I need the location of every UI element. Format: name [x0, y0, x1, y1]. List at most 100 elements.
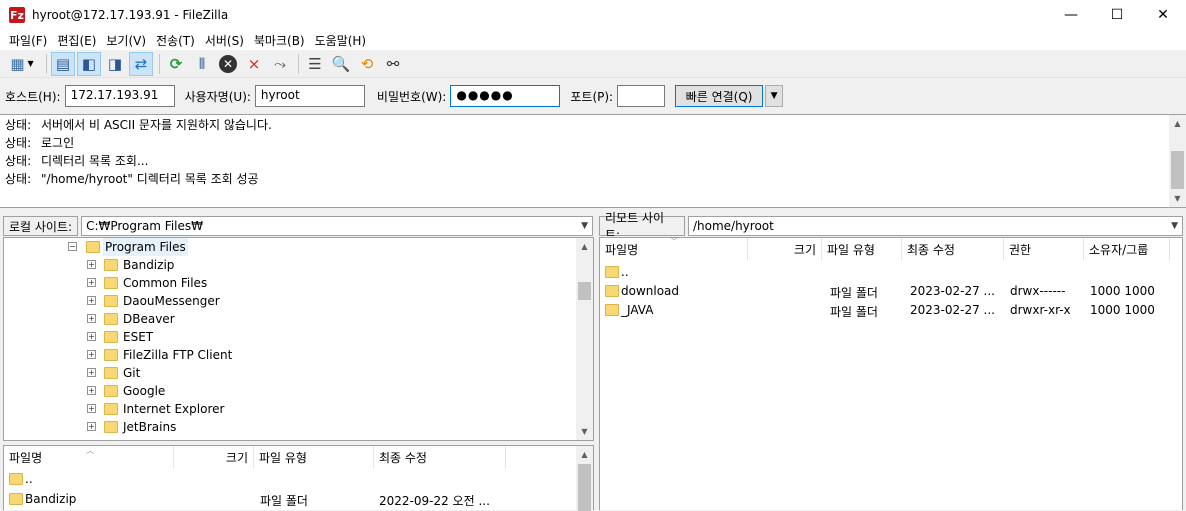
collapse-icon[interactable]: − [68, 242, 77, 251]
local-tree-scrollbar[interactable]: ▲ ▼ [576, 238, 593, 440]
quickconnect-button[interactable]: 빠른 연결(Q) [675, 85, 764, 107]
local-path-text: C:₩Program Files₩ [86, 219, 203, 233]
quickconnect-history-dropdown[interactable]: ▼ [765, 85, 784, 107]
menu-help[interactable]: 도움말(H) [310, 32, 372, 49]
chevron-down-icon[interactable]: ▼ [581, 221, 588, 231]
message-log: 상태: 서버에서 비 ASCII 문자를 지원하지 않습니다. 상태: 로그인 상태… [0, 114, 1186, 208]
tree-item[interactable]: + Google [4, 382, 593, 400]
file-type: 파일 폴더 [830, 286, 878, 300]
scrollbar-thumb[interactable] [1171, 151, 1184, 189]
tree-item[interactable]: + Internet Explorer [4, 400, 593, 418]
local-list-scrollbar[interactable]: ▲ [576, 446, 593, 511]
refresh-icon[interactable]: ⟳ [164, 52, 188, 76]
menu-transfer[interactable]: 전송(T) [151, 32, 200, 49]
expand-icon[interactable]: + [87, 350, 96, 359]
folder-icon [104, 349, 118, 361]
disconnect-icon[interactable]: ⨯ [242, 52, 266, 76]
toggle-remote-tree-icon[interactable]: ◨ [103, 52, 127, 76]
search-files-icon[interactable]: ⚯ [381, 52, 405, 76]
folder-icon [104, 367, 118, 379]
password-input[interactable]: ●●●●● [450, 85, 561, 107]
scroll-up-icon[interactable]: ▲ [576, 238, 593, 255]
remote-site-bar: 리모트 사이트: /home/hyroot ▼ [599, 211, 1183, 242]
folder-icon [104, 331, 118, 343]
local-col-filename[interactable]: 파일명 [4, 446, 174, 468]
scroll-down-icon[interactable]: ▼ [576, 423, 593, 440]
menu-view[interactable]: 보기(V) [101, 32, 151, 49]
expand-icon[interactable]: + [87, 368, 96, 377]
expand-icon[interactable]: + [87, 278, 96, 287]
list-item[interactable]: download 파일 폴더 2023-02-27 ... drwx------… [600, 282, 1170, 301]
tree-item[interactable]: + DBeaver [4, 310, 593, 328]
log-message: 서버에서 비 ASCII 문자를 지원하지 않습니다. [41, 118, 272, 132]
local-file-list: ︿ 파일명 크기 파일 유형 최종 수정 .. Bandizip 파일 폴더 2… [3, 445, 594, 511]
list-item[interactable]: .. [600, 263, 1170, 282]
tree-item[interactable]: + FileZilla FTP Client [4, 346, 593, 364]
file-permissions: drwxr-xr-x [1010, 303, 1071, 317]
scroll-up-icon[interactable]: ▲ [576, 446, 593, 463]
remote-col-size[interactable]: 크기 [748, 238, 822, 260]
directory-filter-icon[interactable]: ☰ [303, 52, 327, 76]
folder-icon [605, 266, 619, 278]
remote-col-owner[interactable]: 소유자/그룹 [1084, 238, 1170, 260]
expand-icon[interactable]: + [87, 260, 96, 269]
list-item[interactable]: _JAVA 파일 폴더 2023-02-27 ... drwxr-xr-x 10… [600, 301, 1170, 320]
log-scrollbar[interactable]: ▲ ▼ [1169, 115, 1186, 207]
expand-icon[interactable]: + [87, 314, 96, 323]
expand-icon[interactable]: + [87, 404, 96, 413]
port-input[interactable] [617, 85, 666, 107]
maximize-button[interactable]: ☐ [1094, 0, 1140, 30]
tree-item[interactable]: + ESET [4, 328, 593, 346]
local-col-size[interactable]: 크기 [174, 446, 254, 468]
cancel-icon[interactable]: ✕ [216, 52, 240, 76]
toggle-queue-icon[interactable]: ⇄ [129, 51, 153, 76]
process-queue-icon[interactable]: ⫴ [190, 52, 214, 76]
expand-icon[interactable]: + [87, 296, 96, 305]
list-item[interactable]: .. [4, 470, 574, 489]
toggle-local-tree-icon[interactable]: ◧ [77, 51, 101, 76]
minimize-button[interactable]: — [1048, 0, 1094, 30]
remote-col-modified[interactable]: 최종 수정 [902, 238, 1004, 260]
tree-item[interactable]: + JetBrains [4, 418, 593, 436]
file-owner: 1000 1000 [1090, 284, 1155, 298]
folder-icon [104, 277, 118, 289]
remote-col-permissions[interactable]: 권한 [1004, 238, 1084, 260]
local-col-modified[interactable]: 최종 수정 [374, 446, 506, 468]
scroll-up-icon[interactable]: ▲ [1169, 115, 1186, 132]
scrollbar-thumb[interactable] [578, 282, 591, 300]
file-type: 파일 폴더 [260, 494, 308, 508]
site-manager-icon[interactable]: ▦ ▼ [4, 52, 40, 76]
tree-item[interactable]: + DaouMessenger [4, 292, 593, 310]
menu-file[interactable]: 파일(F) [4, 32, 52, 49]
directory-compare-icon[interactable]: 🔍 [329, 52, 353, 76]
scrollbar-thumb[interactable] [578, 464, 591, 511]
expand-icon[interactable]: + [87, 386, 96, 395]
folder-icon [104, 403, 118, 415]
folder-open-icon [86, 241, 100, 253]
menu-server[interactable]: 서버(S) [200, 32, 249, 49]
username-input[interactable]: hyroot [254, 85, 365, 107]
remote-col-type[interactable]: 파일 유형 [822, 238, 902, 260]
tree-item-program-files[interactable]: − Program Files [4, 238, 593, 256]
remote-path-input[interactable]: /home/hyroot ▼ [687, 216, 1183, 236]
expand-icon[interactable]: + [87, 422, 96, 431]
menu-bookmarks[interactable]: 북마크(B) [249, 32, 310, 49]
scroll-down-icon[interactable]: ▼ [1169, 190, 1186, 207]
tree-item[interactable]: + Bandizip [4, 256, 593, 274]
reconnect-icon[interactable]: ⤳ [268, 52, 292, 76]
toggle-log-icon[interactable]: ▤ [51, 51, 75, 76]
menu-edit[interactable]: 편집(E) [52, 32, 101, 49]
tree-item-label: Bandizip [123, 258, 175, 272]
tree-item[interactable]: + Git [4, 364, 593, 382]
list-item[interactable]: Bandizip 파일 폴더 2022-09-22 오전 ... [4, 490, 574, 509]
chevron-down-icon[interactable]: ▼ [1171, 221, 1178, 231]
tree-item[interactable]: + Common Files [4, 274, 593, 292]
host-input[interactable]: 172.17.193.91 [64, 85, 175, 107]
close-button[interactable]: ✕ [1140, 0, 1186, 30]
sync-browsing-icon[interactable]: ⟲ [355, 52, 379, 76]
local-col-type[interactable]: 파일 유형 [254, 446, 374, 468]
remote-col-filename[interactable]: 파일명 [600, 238, 748, 260]
folder-icon [9, 473, 23, 485]
local-path-input[interactable]: C:₩Program Files₩ ▼ [81, 216, 594, 236]
expand-icon[interactable]: + [87, 332, 96, 341]
